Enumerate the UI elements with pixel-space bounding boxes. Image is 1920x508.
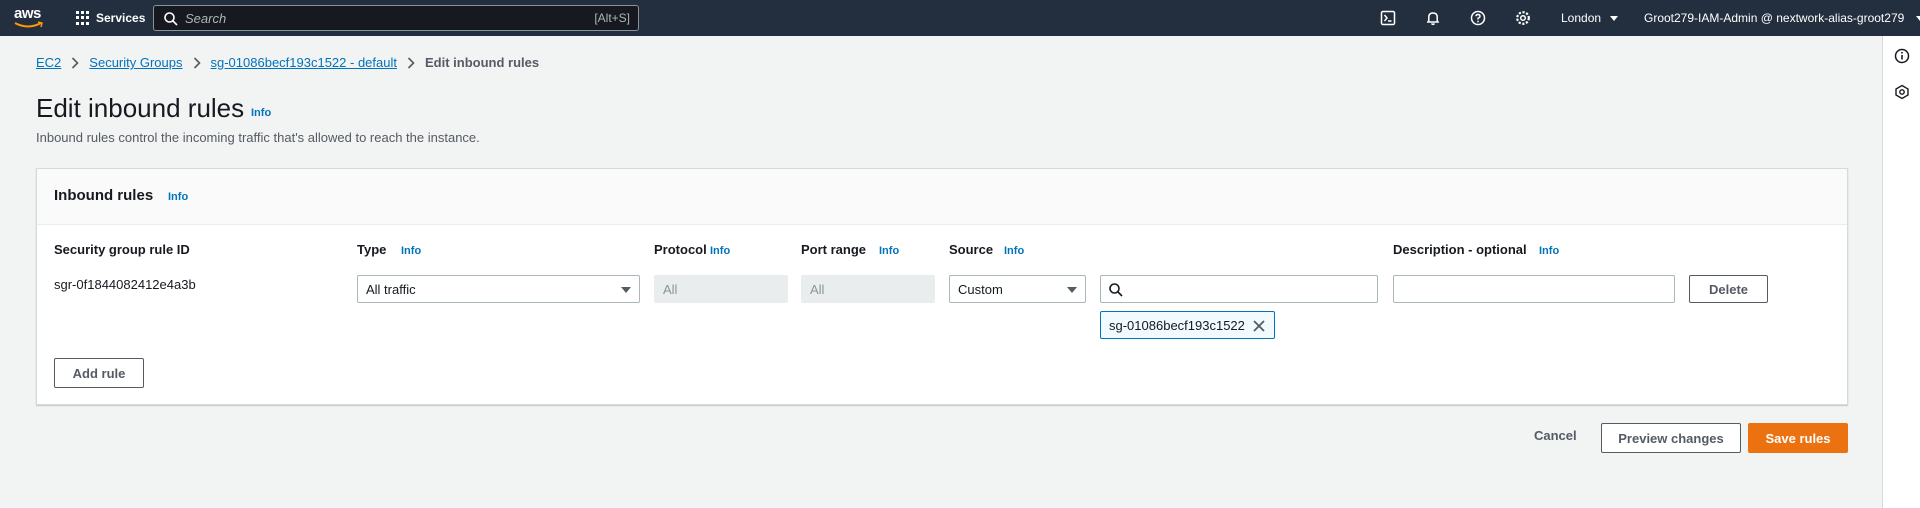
search-icon (164, 12, 178, 26)
description-info-link[interactable]: Info (1539, 245, 1559, 257)
source-token-label: sg-01086becf193c1522 (1109, 318, 1245, 333)
type-info-link[interactable]: Info (401, 245, 421, 257)
page-title: Edit inbound rules (36, 93, 245, 123)
region-selector[interactable]: London (1561, 11, 1619, 25)
panel-header: Inbound rules Info (37, 169, 1847, 225)
col-type: Type (357, 242, 387, 257)
cloudshell-icon[interactable] (1380, 10, 1396, 26)
caret-down-icon (1915, 16, 1920, 22)
caret-down-icon (1610, 16, 1619, 22)
aws-logo[interactable]: aws (14, 6, 48, 30)
services-label: Services (96, 11, 146, 25)
services-menu[interactable]: Services (76, 9, 145, 27)
gear-icon[interactable] (1515, 10, 1531, 26)
page-info-link[interactable]: Info (251, 107, 271, 119)
inbound-rules-panel: Inbound rules Info Security group rule I… (36, 168, 1848, 405)
description-input[interactable] (1393, 275, 1675, 303)
search-placeholder: Search (185, 11, 227, 26)
breadcrumb-ec2[interactable]: EC2 (36, 55, 61, 70)
caret-down-icon (1067, 287, 1077, 293)
preview-changes-label: Preview changes (1618, 430, 1724, 446)
right-utility-rail (1882, 36, 1920, 508)
protocol-value: All (663, 282, 678, 297)
tutorial-icon[interactable] (1894, 84, 1910, 100)
aws-logo-text: aws (14, 5, 41, 22)
breadcrumb: EC2 Security Groups sg-01086becf193c1522… (36, 55, 539, 70)
grid-icon (76, 11, 90, 25)
search-shortcut: [Alt+S] (594, 11, 630, 25)
top-navigation: aws Services Search [Alt+S] London Groot… (0, 0, 1920, 36)
region-label: London (1561, 11, 1602, 25)
col-protocol: Protocol (654, 242, 707, 257)
port-range-info-link[interactable]: Info (879, 245, 899, 257)
delete-label: Delete (1708, 281, 1749, 297)
save-rules-label: Save rules (1765, 430, 1831, 446)
account-menu[interactable]: Groot279-IAM-Admin @ nextwork-alias-groo… (1644, 11, 1920, 25)
protocol-info-link[interactable]: Info (710, 245, 730, 257)
bell-icon[interactable] (1425, 10, 1441, 26)
caret-down-icon (621, 287, 631, 293)
breadcrumb-current: Edit inbound rules (424, 55, 540, 70)
close-icon[interactable] (1252, 319, 1266, 333)
source-token: sg-01086becf193c1522 (1100, 311, 1275, 339)
help-icon[interactable] (1470, 10, 1486, 26)
global-search-input[interactable]: Search [Alt+S] (153, 5, 639, 31)
chevron-right-icon (193, 56, 201, 69)
type-select[interactable]: All traffic (357, 275, 640, 303)
chevron-right-icon (71, 56, 79, 69)
col-port-range: Port range (801, 242, 867, 257)
breadcrumb-security-group[interactable]: sg-01086becf193c1522 - default (211, 55, 397, 70)
col-rule-id: Security group rule ID (54, 242, 190, 257)
breadcrumb-security-groups[interactable]: Security Groups (89, 55, 182, 70)
add-rule-button[interactable]: Add rule (54, 358, 144, 388)
type-select-value: All traffic (366, 282, 416, 297)
info-icon[interactable] (1894, 48, 1910, 64)
panel-info-link[interactable]: Info (168, 191, 188, 203)
protocol-field: All (654, 275, 788, 303)
chevron-right-icon (407, 56, 415, 69)
add-rule-label: Add rule (72, 365, 126, 381)
source-type-select[interactable]: Custom (949, 275, 1086, 303)
cancel-button[interactable]: Cancel (1534, 428, 1577, 443)
account-label: Groot279-IAM-Admin @ nextwork-alias-groo… (1644, 11, 1905, 25)
source-type-value: Custom (958, 282, 1003, 297)
source-search-input[interactable] (1100, 275, 1378, 303)
port-range-value: All (810, 282, 825, 297)
delete-rule-button[interactable]: Delete (1689, 275, 1768, 303)
panel-title: Inbound rules (54, 187, 154, 204)
search-icon (1109, 283, 1123, 297)
col-description: Description - optional (1393, 242, 1527, 257)
rule-id: sgr-0f1844082412e4a3b (54, 277, 196, 292)
port-range-field: All (801, 275, 935, 303)
save-rules-button[interactable]: Save rules (1748, 423, 1848, 453)
source-info-link[interactable]: Info (1004, 245, 1024, 257)
col-source: Source (949, 242, 994, 257)
preview-changes-button[interactable]: Preview changes (1601, 423, 1741, 453)
aws-smile-icon (14, 21, 43, 28)
page-description: Inbound rules control the incoming traff… (36, 130, 480, 145)
